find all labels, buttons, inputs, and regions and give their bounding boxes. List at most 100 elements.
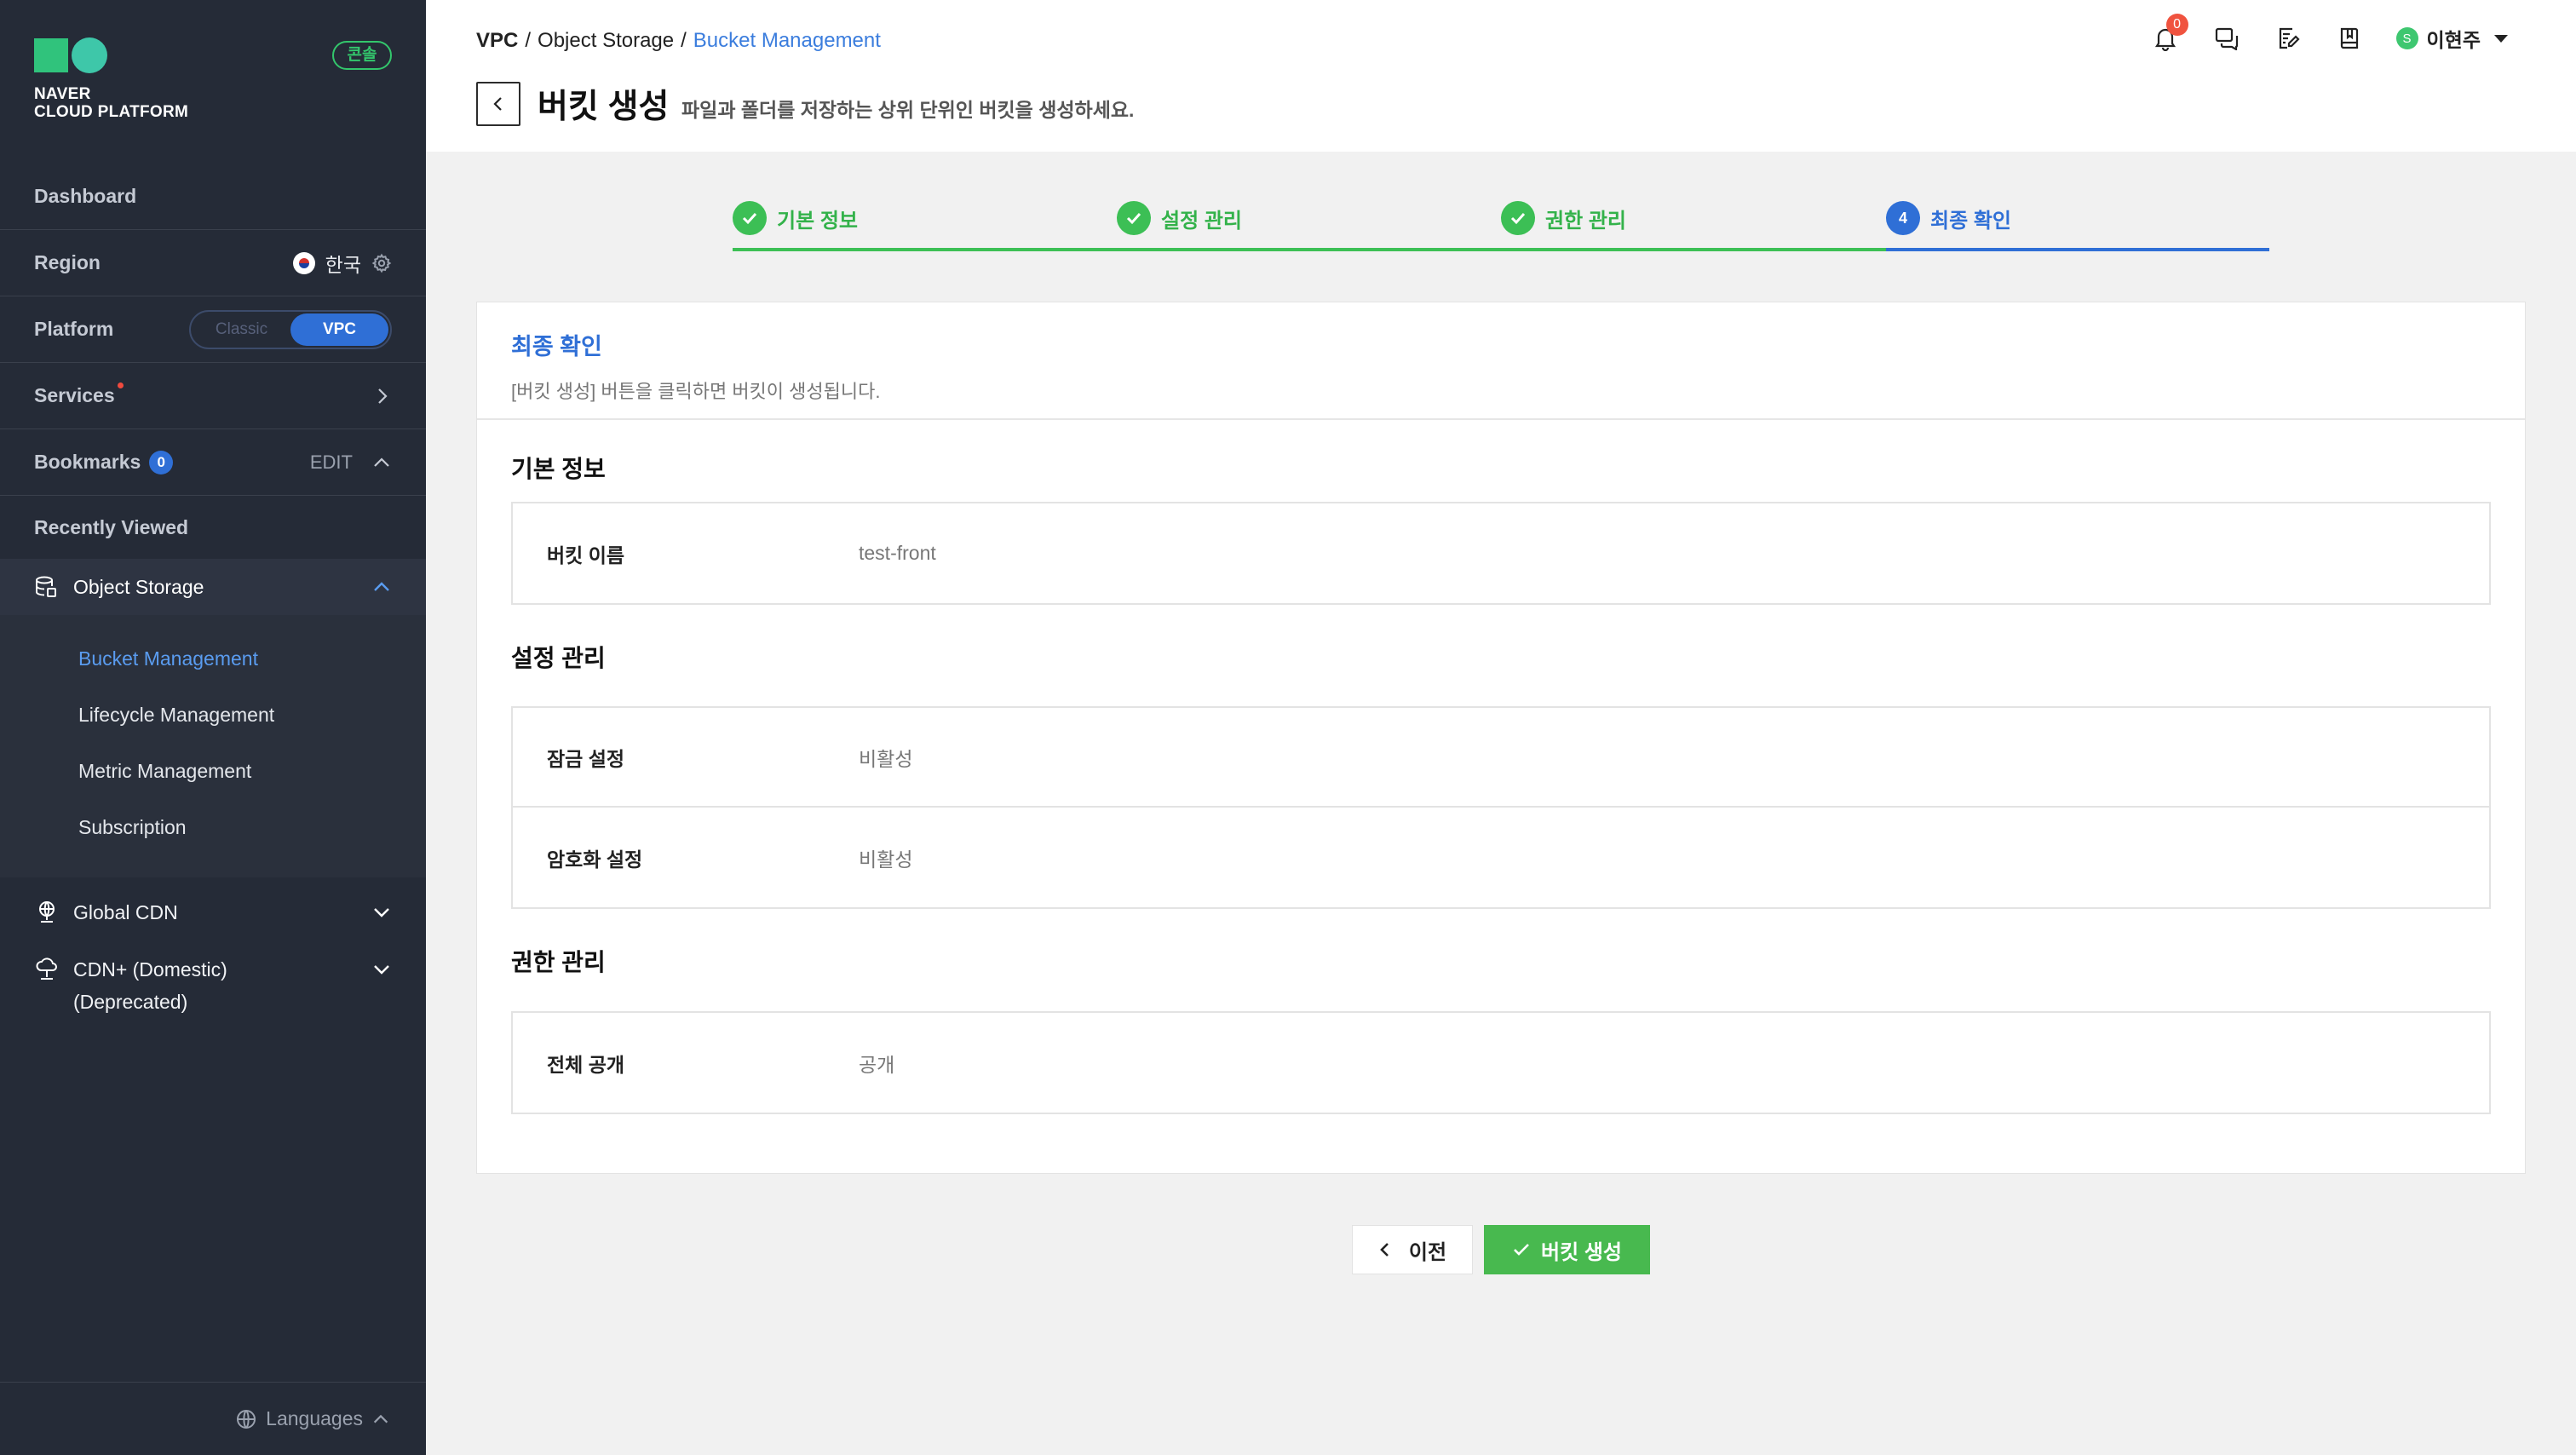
logo-text-line2: CLOUD PLATFORM xyxy=(34,103,189,121)
logo-mark-icon xyxy=(34,37,188,73)
previous-button[interactable]: 이전 xyxy=(1352,1225,1473,1274)
previous-button-label: 이전 xyxy=(1408,1240,1447,1264)
chat-icon xyxy=(2215,27,2238,50)
memo-edit-icon xyxy=(2279,27,2300,49)
section-title-settings: 설정 관리 xyxy=(511,645,606,671)
region-value[interactable]: 한국 xyxy=(325,249,361,278)
page-description: 파일과 폴더를 저장하는 상위 단위인 버킷을 생성하세요. xyxy=(681,99,1135,121)
check-circle-icon xyxy=(1117,201,1151,235)
console-badge[interactable]: 콘솔 xyxy=(332,41,392,70)
new-indicator-dot xyxy=(117,382,124,388)
breadcrumb-separator: / xyxy=(525,29,532,52)
step-final-review: 4 최종 확인 xyxy=(1886,201,2011,235)
create-bucket-button[interactable]: 버킷 생성 xyxy=(1484,1225,1650,1274)
languages-button[interactable]: Languages xyxy=(0,1382,426,1455)
create-bucket-button-label: 버킷 생성 xyxy=(1541,1240,1622,1264)
notification-button[interactable]: 0 xyxy=(2151,14,2188,53)
chat-button[interactable] xyxy=(2212,24,2241,53)
page-title: 버킷 생성 xyxy=(538,89,670,125)
info-key: 잠금 설정 xyxy=(547,747,625,770)
info-table-settings: 잠금 설정 비활성 암호화 설정 비활성 xyxy=(511,706,2491,909)
chevron-left-icon xyxy=(493,97,502,111)
chevron-up-icon xyxy=(373,1414,388,1423)
memo-button[interactable] xyxy=(2274,24,2303,53)
card-subtitle: [버킷 생성] 버튼을 클릭하면 버킷이 생성됩니다. xyxy=(511,381,881,402)
gear-icon[interactable] xyxy=(371,253,392,273)
info-table-permissions: 전체 공개 공개 xyxy=(511,1011,2491,1114)
info-value: 비활성 xyxy=(859,747,913,770)
check-icon xyxy=(1514,1244,1529,1256)
bookmarks-edit-button[interactable]: EDIT xyxy=(310,451,353,474)
sidebar-item-dashboard[interactable]: Dashboard xyxy=(0,164,426,230)
breadcrumb: VPC / Object Storage / Bucket Management xyxy=(476,29,881,53)
services-label: Services xyxy=(34,384,115,406)
info-row: 잠금 설정 비활성 xyxy=(513,708,2489,808)
submenu-item-lifecycle-management[interactable]: Lifecycle Management xyxy=(78,704,274,727)
header-actions: 0 S 이현주 xyxy=(2151,14,2576,53)
platform-option-vpc[interactable]: VPC xyxy=(290,313,388,346)
sidebar-item-label: Dashboard xyxy=(34,185,137,207)
manual-button[interactable] xyxy=(2335,24,2364,53)
info-value: 공개 xyxy=(859,1053,895,1076)
sidebar-item-object-storage[interactable]: Object Storage xyxy=(0,559,426,615)
step-basic-info: 기본 정보 xyxy=(733,201,858,235)
platform-option-classic[interactable]: Classic xyxy=(193,313,290,346)
bookmarks-label: Bookmarks xyxy=(34,451,141,473)
sidebar-item-platform: Platform Classic VPC xyxy=(0,296,426,363)
submenu-item-bucket-management[interactable]: Bucket Management xyxy=(78,647,258,670)
object-storage-submenu: Bucket Management Lifecycle Management M… xyxy=(0,615,426,877)
info-row: 버킷 이름 test-front xyxy=(513,503,2489,603)
global-cdn-label: Global CDN xyxy=(73,901,178,923)
chevron-down-icon xyxy=(374,965,389,975)
notification-count-badge: 0 xyxy=(2165,14,2188,36)
caret-down-icon xyxy=(2494,34,2508,43)
globe-icon xyxy=(237,1409,256,1429)
book-icon xyxy=(2340,27,2358,49)
check-circle-icon xyxy=(733,201,767,235)
chevron-up-icon[interactable] xyxy=(371,452,392,473)
back-button[interactable] xyxy=(476,82,520,126)
cdn-plus-deprecated-label: (Deprecated) xyxy=(73,991,188,1013)
step-progress-current xyxy=(1886,248,2269,251)
step-number-badge: 4 xyxy=(1886,201,1920,235)
platform-toggle[interactable]: Classic VPC xyxy=(189,309,392,349)
check-circle-icon xyxy=(1501,201,1535,235)
section-title-basic-info: 기본 정보 xyxy=(511,456,606,482)
sidebar-item-bookmarks[interactable]: Bookmarks 0 EDIT xyxy=(0,429,426,496)
user-menu[interactable]: S 이현주 xyxy=(2395,24,2508,53)
info-value: test-front xyxy=(859,542,936,564)
user-name: 이현주 xyxy=(2426,29,2481,51)
wizard-steps: 기본 정보 설정 관리 권한 관리 4 최종 확인 xyxy=(733,201,2269,252)
sidebar: NAVER CLOUD PLATFORM 콘솔 Dashboard Region… xyxy=(0,0,426,1455)
info-row: 전체 공개 공개 xyxy=(513,1013,2489,1113)
breadcrumb-item-vpc[interactable]: VPC xyxy=(476,29,518,53)
final-review-card: 최종 확인 [버킷 생성] 버튼을 클릭하면 버킷이 생성됩니다. 기본 정보 … xyxy=(476,302,2526,1174)
platform-label: Platform xyxy=(34,318,114,340)
step-permissions: 권한 관리 xyxy=(1501,201,1626,235)
step-label: 권한 관리 xyxy=(1545,209,1626,233)
info-value: 비활성 xyxy=(859,848,913,871)
breadcrumb-item-bucket-management[interactable]: Bucket Management xyxy=(693,29,881,53)
logo-text-line1: NAVER xyxy=(34,85,91,103)
breadcrumb-item-object-storage[interactable]: Object Storage xyxy=(538,29,674,53)
page-header: VPC / Object Storage / Bucket Management… xyxy=(426,0,2576,152)
step-settings: 설정 관리 xyxy=(1117,201,1242,235)
info-row: 암호화 설정 비활성 xyxy=(513,808,2489,907)
sidebar-item-services[interactable]: Services xyxy=(0,363,426,429)
object-storage-label: Object Storage xyxy=(73,575,204,598)
chevron-up-icon xyxy=(374,582,389,591)
info-key: 전체 공개 xyxy=(547,1053,625,1076)
sidebar-item-region: Region 한국 xyxy=(0,230,426,296)
chevron-down-icon xyxy=(374,908,389,917)
info-key: 암호화 설정 xyxy=(547,848,643,871)
languages-label: Languages xyxy=(266,1407,363,1429)
ncp-logo[interactable]: NAVER CLOUD PLATFORM xyxy=(34,37,188,121)
submenu-item-subscription[interactable]: Subscription xyxy=(78,816,187,839)
korea-flag-icon xyxy=(292,251,315,274)
step-label: 기본 정보 xyxy=(777,209,858,233)
sidebar-item-global-cdn[interactable]: Global CDN xyxy=(34,896,392,929)
submenu-item-metric-management[interactable]: Metric Management xyxy=(78,760,251,783)
chevron-left-icon xyxy=(1380,1243,1389,1257)
info-table-basic-info: 버킷 이름 test-front xyxy=(511,502,2491,605)
sidebar-item-cdn-plus[interactable]: CDN+ (Domestic) (Deprecated) xyxy=(34,953,392,1018)
